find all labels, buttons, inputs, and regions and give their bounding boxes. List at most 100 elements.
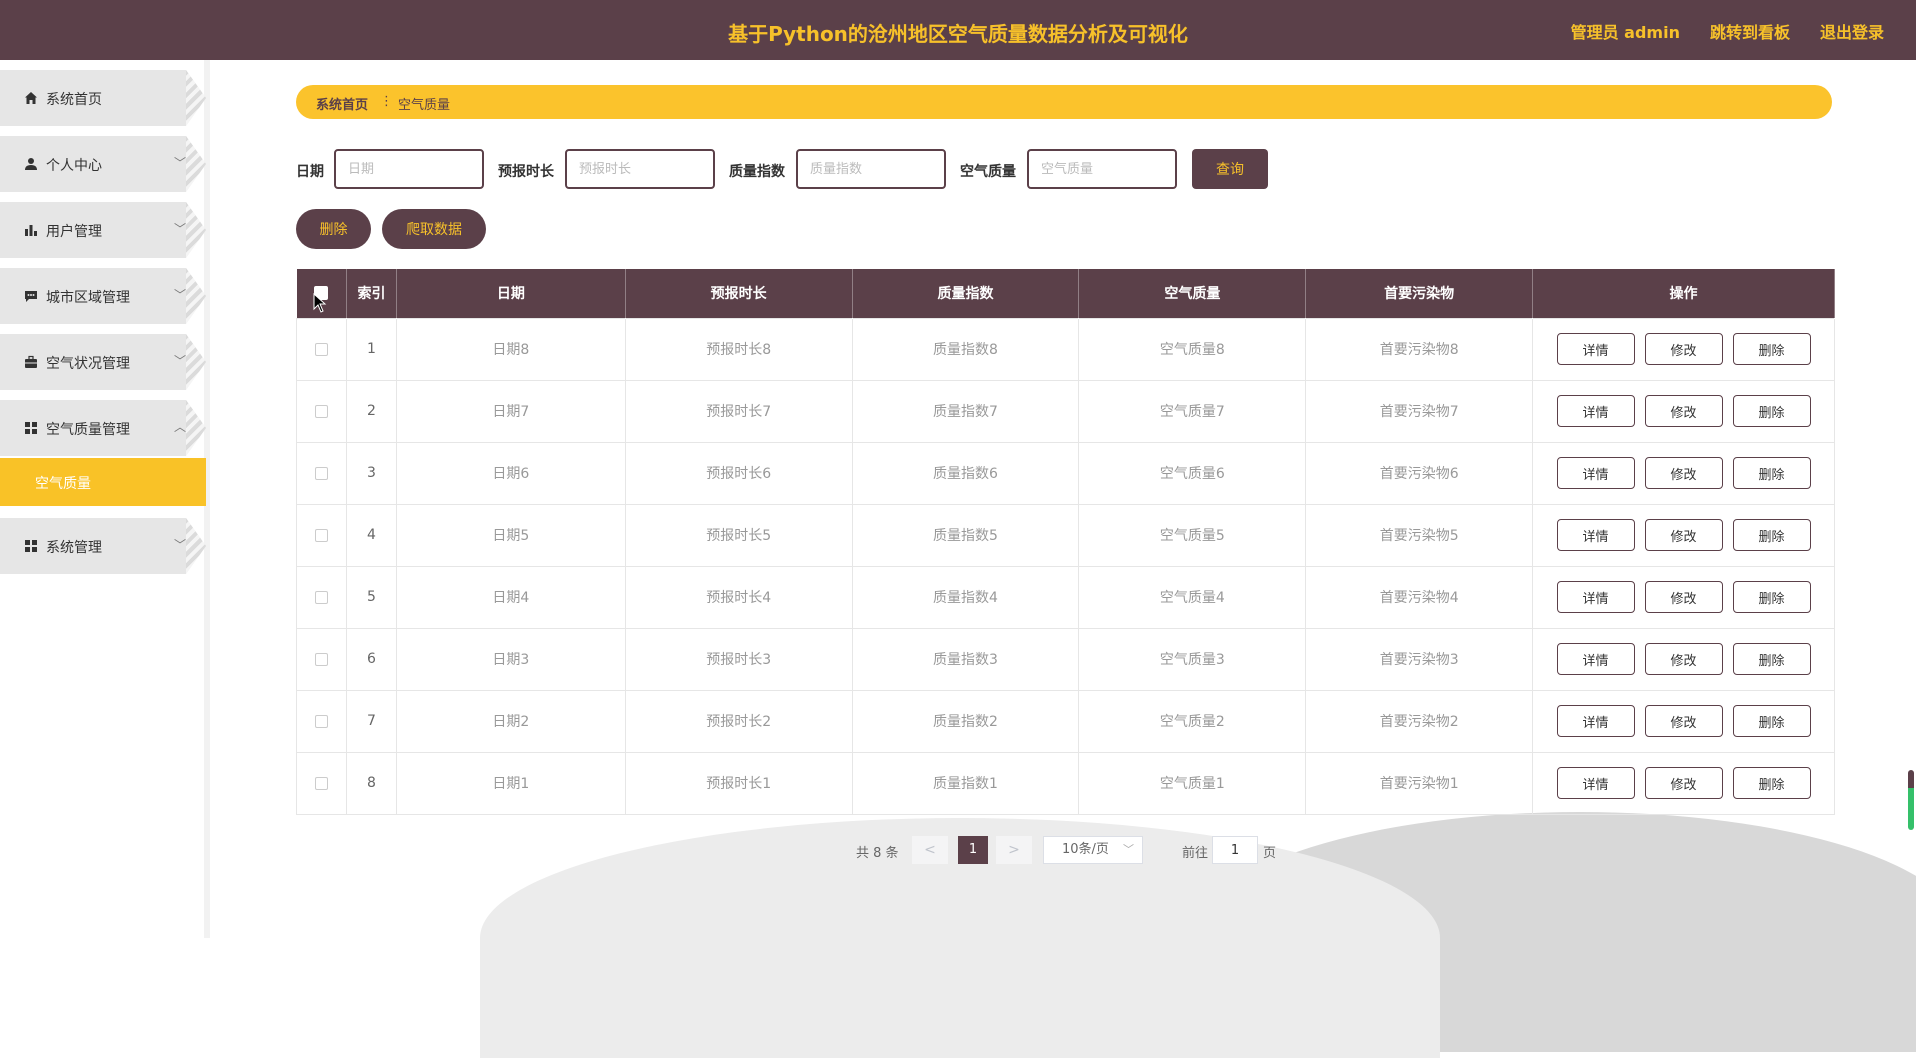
table-cell: 质量指数3 — [851, 627, 1080, 691]
row-checkbox[interactable] — [314, 776, 328, 790]
sidebar-item-home[interactable]: 系统首页 — [0, 70, 206, 126]
table-cell: 日期5 — [395, 503, 626, 567]
detail-button[interactable]: 详情 — [1556, 643, 1635, 675]
row-checkbox[interactable] — [314, 590, 328, 604]
sidebar-item-air-status[interactable]: 空气状况管理 ﹀ — [0, 334, 206, 390]
sidebar-item-user-management[interactable]: 用户管理 ﹀ — [0, 202, 206, 258]
chevron-down-icon: ﹀ — [174, 354, 187, 368]
dashboard-link[interactable]: 跳转到看板 — [1710, 19, 1790, 43]
table-cell: 日期3 — [395, 627, 626, 691]
column-header: 预报时长 — [625, 269, 853, 318]
edit-button[interactable]: 修改 — [1644, 395, 1723, 427]
detail-button[interactable]: 详情 — [1556, 705, 1635, 737]
table-cell: 1 — [345, 317, 397, 381]
row-select-cell — [296, 565, 347, 629]
briefcase-icon — [25, 355, 37, 368]
delete-button[interactable]: 删除 — [1732, 643, 1811, 675]
sidebar-item-system-management[interactable]: 系统管理 ﹀ — [0, 518, 206, 574]
table-cell: 预报时长3 — [624, 627, 853, 691]
scroll-indicator[interactable] — [1908, 770, 1914, 830]
table-cell: 空气质量7 — [1078, 379, 1307, 443]
crawl-data-button[interactable]: 爬取数据 — [382, 209, 486, 249]
row-actions-cell: 详情 修改 删除 — [1532, 689, 1835, 753]
delete-button[interactable]: 删除 — [1732, 705, 1811, 737]
table-cell: 质量指数2 — [851, 689, 1080, 753]
table-row: 8 日期1 预报时长1 质量指数1 空气质量1 首要污染物1 详情 修改 删除 — [296, 751, 1835, 815]
detail-button[interactable]: 详情 — [1556, 333, 1635, 365]
page-number-current[interactable]: 1 — [958, 836, 988, 864]
breadcrumb-home[interactable]: 系统首页 — [316, 94, 368, 113]
sidebar-subitem-air-quality[interactable]: 空气质量 — [0, 458, 206, 506]
sidebar-subitem-label: 空气质量 — [35, 476, 91, 492]
edit-button[interactable]: 修改 — [1644, 767, 1723, 799]
edit-button[interactable]: 修改 — [1644, 457, 1723, 489]
sidebar-item-air-quality-management[interactable]: 空气质量管理 ︿ — [0, 400, 206, 456]
delete-selected-button[interactable]: 删除 — [296, 209, 371, 249]
row-checkbox[interactable] — [314, 652, 328, 666]
row-checkbox[interactable] — [314, 714, 328, 728]
breadcrumb-current: 空气质量 — [398, 98, 451, 113]
delete-button[interactable]: 删除 — [1732, 457, 1811, 489]
chevron-down-icon: ﹀ — [174, 222, 187, 236]
sidebar-item-label: 个人中心 — [46, 158, 102, 174]
detail-button[interactable]: 详情 — [1556, 457, 1635, 489]
table-cell: 空气质量2 — [1078, 689, 1307, 753]
detail-button[interactable]: 详情 — [1556, 767, 1635, 799]
delete-button[interactable]: 删除 — [1732, 519, 1811, 551]
sidebar-item-city-area[interactable]: 城市区域管理 ﹀ — [0, 268, 206, 324]
delete-button[interactable]: 删除 — [1732, 395, 1811, 427]
row-checkbox[interactable] — [314, 404, 328, 418]
detail-button[interactable]: 详情 — [1556, 519, 1635, 551]
edit-button[interactable]: 修改 — [1644, 519, 1723, 551]
table-cell: 首要污染物5 — [1305, 503, 1534, 567]
chevron-down-icon: ﹀ — [174, 156, 187, 170]
row-checkbox[interactable] — [314, 466, 328, 480]
prev-page-button[interactable]: < — [912, 836, 948, 864]
table-cell: 质量指数1 — [851, 751, 1080, 815]
admin-user-link[interactable]: 管理员 admin — [1571, 19, 1680, 43]
table-cell: 空气质量5 — [1078, 503, 1307, 567]
quality-index-label: 质量指数 — [729, 164, 785, 180]
edit-button[interactable]: 修改 — [1644, 643, 1723, 675]
delete-button[interactable]: 删除 — [1732, 581, 1811, 613]
goto-page-input[interactable] — [1212, 836, 1258, 864]
table-row: 1 日期8 预报时长8 质量指数8 空气质量8 首要污染物8 详情 修改 删除 — [296, 317, 1835, 381]
table-cell: 质量指数5 — [851, 503, 1080, 567]
table-row: 5 日期4 预报时长4 质量指数4 空气质量4 首要污染物4 详情 修改 删除 — [296, 565, 1835, 629]
edit-button[interactable]: 修改 — [1644, 581, 1723, 613]
data-table: 索引 日期 预报时长 质量指数 空气质量 首要污染物 操作 1 日期8 预报时长8 质… — [296, 269, 1835, 815]
delete-button[interactable]: 删除 — [1732, 333, 1811, 365]
quality-index-input[interactable] — [796, 149, 946, 189]
total-count: 共 8 条 — [856, 846, 899, 861]
query-button[interactable]: 查询 — [1192, 149, 1268, 189]
logout-link[interactable]: 退出登录 — [1820, 19, 1884, 43]
row-checkbox[interactable] — [314, 528, 328, 542]
sidebar-item-personal-center[interactable]: 个人中心 ﹀ — [0, 136, 206, 192]
air-quality-input[interactable] — [1027, 149, 1177, 189]
date-input[interactable] — [334, 149, 484, 189]
table-cell: 首要污染物4 — [1305, 565, 1534, 629]
delete-button[interactable]: 删除 — [1732, 767, 1811, 799]
next-page-button[interactable]: > — [996, 836, 1032, 864]
row-actions-cell: 详情 修改 删除 — [1532, 627, 1835, 691]
row-actions-cell: 详情 修改 删除 — [1532, 441, 1835, 505]
edit-button[interactable]: 修改 — [1644, 333, 1723, 365]
grid-icon — [25, 422, 37, 434]
column-header: 质量指数 — [852, 269, 1080, 318]
detail-button[interactable]: 详情 — [1556, 395, 1635, 427]
edit-button[interactable]: 修改 — [1644, 705, 1723, 737]
row-actions-cell: 详情 修改 删除 — [1532, 751, 1835, 815]
forecast-duration-input[interactable] — [565, 149, 715, 189]
row-select-cell — [296, 689, 347, 753]
detail-button[interactable]: 详情 — [1556, 581, 1635, 613]
table-cell: 空气质量4 — [1078, 565, 1307, 629]
grid-icon — [25, 540, 37, 552]
row-checkbox[interactable] — [314, 342, 328, 356]
page-size-select[interactable]: 10条/页 ﹀ — [1043, 836, 1143, 864]
air-quality-label: 空气质量 — [960, 164, 1016, 180]
forecast-duration-label: 预报时长 — [498, 164, 554, 180]
table-cell: 3 — [345, 441, 397, 505]
chevron-down-icon: ﹀ — [174, 288, 187, 302]
table-cell: 预报时长4 — [624, 565, 853, 629]
table-cell: 4 — [345, 503, 397, 567]
